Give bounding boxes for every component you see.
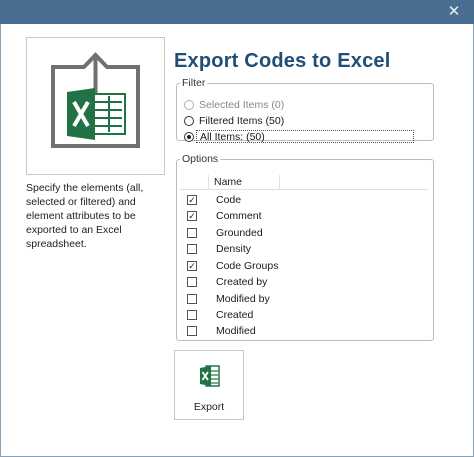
- checkbox[interactable]: [187, 310, 197, 320]
- radio-filtered-items[interactable]: Filtered Items (50): [184, 113, 284, 128]
- option-row-code-groups[interactable]: ✓ Code Groups: [180, 258, 428, 274]
- option-row-modified[interactable]: Modified: [180, 323, 428, 339]
- radio-button[interactable]: [184, 131, 194, 142]
- export-button[interactable]: Export: [174, 350, 244, 420]
- excel-icon: [200, 365, 220, 387]
- filter-group: Filter Selected Items (0) Filtered Items…: [176, 77, 434, 144]
- column-separator: [208, 175, 209, 189]
- option-label: Grounded: [216, 227, 263, 239]
- option-label: Code: [216, 194, 242, 206]
- option-label: Comment: [216, 210, 262, 222]
- option-row-created-by[interactable]: Created by: [180, 274, 428, 290]
- checkbox[interactable]: [187, 228, 197, 238]
- option-row-modified-by[interactable]: Modified by: [180, 291, 428, 307]
- option-row-grounded[interactable]: Grounded: [180, 225, 428, 241]
- checkbox[interactable]: [187, 244, 197, 254]
- name-column-header[interactable]: Name: [214, 176, 242, 188]
- options-grid-header: Name: [180, 175, 428, 190]
- export-excel-illustration: [26, 37, 165, 175]
- option-row-comment[interactable]: ✓ Comment: [180, 208, 428, 224]
- radio-button[interactable]: [184, 115, 194, 126]
- dialog-description: Specify the elements (all, selected or f…: [26, 182, 144, 250]
- window-titlebar: ✕: [0, 0, 474, 24]
- export-button-label[interactable]: Export: [175, 401, 243, 413]
- close-button[interactable]: ✕: [446, 4, 462, 20]
- option-label: Created by: [216, 276, 268, 288]
- option-label: Modified: [216, 325, 256, 337]
- radio-all-items[interactable]: All Items: (50): [184, 129, 414, 144]
- radio-label: Selected Items (0): [199, 98, 285, 111]
- checkbox[interactable]: ✓: [187, 211, 197, 221]
- radio-selected-items: Selected Items (0): [184, 97, 284, 112]
- options-legend: Options: [182, 153, 219, 165]
- export-excel-icon: [51, 52, 140, 148]
- radio-label[interactable]: Filtered Items (50): [199, 115, 284, 127]
- option-label: Density: [216, 243, 252, 255]
- option-label: Code Groups: [216, 260, 279, 272]
- checkbox[interactable]: ✓: [187, 261, 197, 271]
- checkbox[interactable]: [187, 326, 197, 336]
- option-label: Created: [216, 309, 254, 321]
- checkbox[interactable]: ✓: [187, 195, 197, 205]
- checkbox[interactable]: [187, 277, 197, 287]
- column-separator: [279, 175, 280, 189]
- options-group: Options Name ✓ Code ✓ Comment Grounded D…: [176, 153, 434, 341]
- radio-button: [184, 99, 194, 110]
- option-row-density[interactable]: Density: [180, 241, 428, 257]
- dialog-title: Export Codes to Excel: [174, 50, 391, 72]
- option-label: Modified by: [216, 293, 270, 305]
- option-row-code[interactable]: ✓ Code: [180, 192, 428, 208]
- filter-legend: Filter: [182, 77, 206, 89]
- radio-label[interactable]: All Items: (50): [196, 130, 414, 143]
- option-row-created[interactable]: Created: [180, 307, 428, 323]
- checkbox[interactable]: [187, 294, 197, 304]
